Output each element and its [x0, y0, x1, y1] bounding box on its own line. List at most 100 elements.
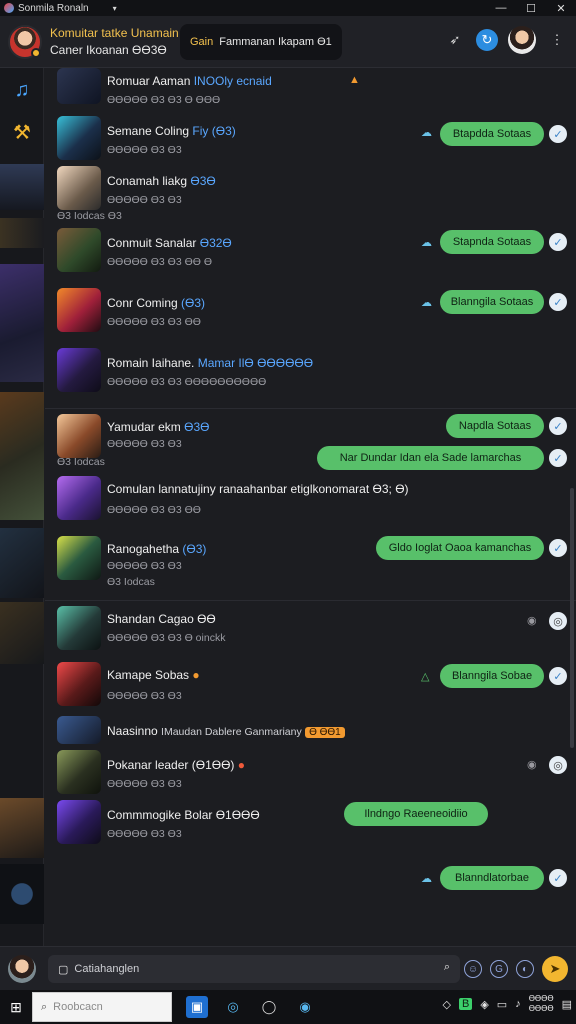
item-meta-secondary: Ө3 Iodcas Ө3 — [57, 210, 122, 222]
status-pill[interactable]: Gldo Ioglat Oaoa kamanchas — [376, 536, 544, 560]
check-icon[interactable]: ✓ — [549, 125, 567, 143]
item-title: Conr Coming (Ө3) — [107, 296, 206, 310]
more-icon[interactable]: ⋮ — [546, 29, 568, 51]
avatar[interactable] — [8, 954, 36, 983]
window-title: Sonmila Ronaln — [18, 2, 89, 14]
status-pill[interactable]: Napdla Sotaas — [446, 414, 544, 438]
avatar — [57, 288, 101, 332]
status-pill[interactable]: Ilndngo Raeeneoidiio — [344, 802, 488, 826]
item-title: Naasinno IMaudan Dablere Ganmariany Ө ӨӨ… — [107, 724, 345, 738]
window-controls: — ☐ ✕ — [486, 0, 576, 16]
page-title: Komuitar tatke Unamain — [50, 26, 179, 40]
thumbnail-6[interactable] — [0, 602, 44, 664]
scrollbar[interactable] — [570, 488, 574, 748]
app-badge-icon[interactable]: B — [458, 998, 473, 1010]
item-title: Conmuit Sanalar Ө32Ө — [107, 236, 232, 250]
avatar — [57, 750, 101, 794]
thumbnail-8[interactable] — [0, 864, 44, 924]
item-meta: ӨӨӨӨӨ Ө3 Ө3 — [107, 828, 182, 840]
check-icon[interactable]: ✓ — [549, 449, 567, 467]
avatar — [57, 536, 101, 580]
network-icon[interactable]: ◇ — [443, 998, 451, 1011]
emoji-icon[interactable]: ☺ — [464, 960, 482, 978]
thumbnail-4[interactable] — [0, 392, 44, 520]
item-meta: ӨӨӨӨӨ Ө3 Ө3 — [107, 690, 182, 702]
message-input-placeholder: Catiahanglen — [74, 963, 140, 975]
item-meta: ӨӨӨӨӨ Ө3 Ө3 ӨӨ — [107, 504, 201, 516]
notifications-icon[interactable]: ▤ — [562, 998, 572, 1011]
page-subtitle: Caner Ikoanan ӨӨ3Ө — [50, 43, 167, 57]
user-avatar[interactable] — [508, 26, 536, 54]
eye-icon: ◉ — [527, 615, 537, 627]
message-input[interactable]: ▢ Catiahanglen ⌕ — [48, 955, 460, 983]
message-feed: Romuar Aaman INOOly ecnaid ӨӨӨӨӨ Ө3 Ө3 Ө… — [45, 68, 576, 946]
check-icon[interactable]: ✓ — [549, 293, 567, 311]
volume-icon[interactable]: ♪ — [515, 998, 521, 1010]
status-pill[interactable]: Stapnda Sotaas — [440, 230, 544, 254]
flame-icon: ▲ — [349, 74, 360, 86]
music-icon[interactable]: ♫ — [0, 70, 44, 110]
store-icon[interactable]: ▣ — [186, 996, 208, 1018]
triangle-icon: △ — [421, 671, 430, 683]
avatar[interactable] — [8, 24, 42, 59]
check-icon[interactable]: ✓ — [549, 539, 567, 557]
chevron-down-icon[interactable]: ▾ — [113, 4, 117, 13]
item-meta-secondary: Ө3 Iodcas — [107, 576, 155, 588]
thumbnail-3[interactable] — [0, 264, 44, 382]
status-dot — [31, 47, 41, 58]
edge-icon[interactable]: ◎ — [222, 996, 244, 1018]
status-pill[interactable]: Blanngila Sobae — [440, 664, 544, 688]
header-chip[interactable]: Gain Fammanan Ikapam Ө1 — [180, 24, 342, 60]
browser-icon[interactable]: ◯ — [258, 996, 280, 1018]
display-icon[interactable]: ▭ — [497, 998, 507, 1011]
minimize-button[interactable]: — — [486, 0, 516, 16]
refresh-icon[interactable]: ↻ — [476, 29, 498, 51]
chat-icon[interactable]: ◉ — [294, 996, 316, 1018]
thumbnail-2[interactable] — [0, 218, 44, 248]
sticker-icon[interactable]: ◐ — [516, 960, 534, 978]
gem-icon[interactable]: ◈ — [480, 998, 488, 1011]
chip-key: Gain — [190, 36, 214, 48]
cloud-icon: ☁ — [421, 297, 432, 309]
pin-icon[interactable]: ⚒ — [0, 112, 44, 152]
check-icon[interactable]: ✓ — [549, 233, 567, 251]
clock-date: ӨӨӨӨ — [528, 1004, 554, 1013]
status-pill[interactable]: Blanndlatorbae — [440, 866, 544, 890]
item-meta: ӨӨӨӨӨ Ө3 Ө3 — [107, 194, 182, 206]
taskbar-search[interactable]: ⌕ Roobcacn — [32, 992, 172, 1022]
thumbnail-1[interactable] — [0, 164, 44, 210]
chat-header: Komuitar tatke Unamain Caner Ikoanan ӨӨ3… — [0, 16, 576, 68]
check-icon[interactable]: ✓ — [549, 667, 567, 685]
status-pill[interactable]: Blanngila Sotaas — [440, 290, 544, 314]
send-button[interactable]: ➤ — [542, 956, 568, 982]
item-meta: ӨӨӨӨӨ Ө3 Ө3 — [107, 144, 182, 156]
search-icon: ⌕ — [41, 1000, 48, 1013]
system-tray: ◇ B ◈ ▭ ♪ ӨӨӨӨ ӨӨӨӨ ▤ — [443, 994, 572, 1014]
item-meta: ӨӨӨӨӨ Ө3 Ө3 — [107, 438, 182, 450]
composer-actions: ☺ G ◐ ➤ — [464, 956, 568, 982]
item-title: Romain Iaihane. Mamar IlӨ ӨӨӨӨӨӨ — [107, 356, 314, 370]
maximize-button[interactable]: ☐ — [516, 0, 546, 16]
avatar — [57, 68, 101, 104]
item-title: Kamape Sobas ● — [107, 668, 200, 682]
eye-button[interactable]: ◎ — [549, 756, 567, 774]
item-title: Yamudar ekm Ө3Ө — [107, 420, 210, 434]
search-icon[interactable]: ⌕ — [444, 961, 450, 974]
attachment-icon[interactable]: ▢ — [58, 963, 68, 976]
gif-icon[interactable]: G — [490, 960, 508, 978]
clock[interactable]: ӨӨӨӨ ӨӨӨӨ — [529, 994, 554, 1014]
thumbnail-5[interactable] — [0, 528, 44, 598]
thumbnail-7[interactable] — [0, 798, 44, 858]
cloud-icon: ☁ — [421, 237, 432, 249]
eye-button[interactable]: ◎ — [549, 612, 567, 630]
composer-bar: ▢ Catiahanglen ⌕ ☺ G ◐ ➤ — [0, 946, 576, 990]
message-pill[interactable]: Nar Dundar Idan ela Sade lamarchas — [317, 446, 544, 470]
check-icon[interactable]: ✓ — [549, 417, 567, 435]
windows-start-icon[interactable]: ⊞ — [0, 990, 32, 1024]
check-icon[interactable]: ✓ — [549, 869, 567, 887]
status-pill[interactable]: Btapdda Sotaas — [440, 122, 544, 146]
item-meta: ӨӨӨӨӨ Ө3 Ө3 ӨӨӨӨӨӨӨӨӨӨ — [107, 376, 267, 388]
rocket-icon[interactable]: ➶ — [444, 29, 466, 51]
close-button[interactable]: ✕ — [546, 0, 576, 16]
avatar — [57, 228, 101, 272]
